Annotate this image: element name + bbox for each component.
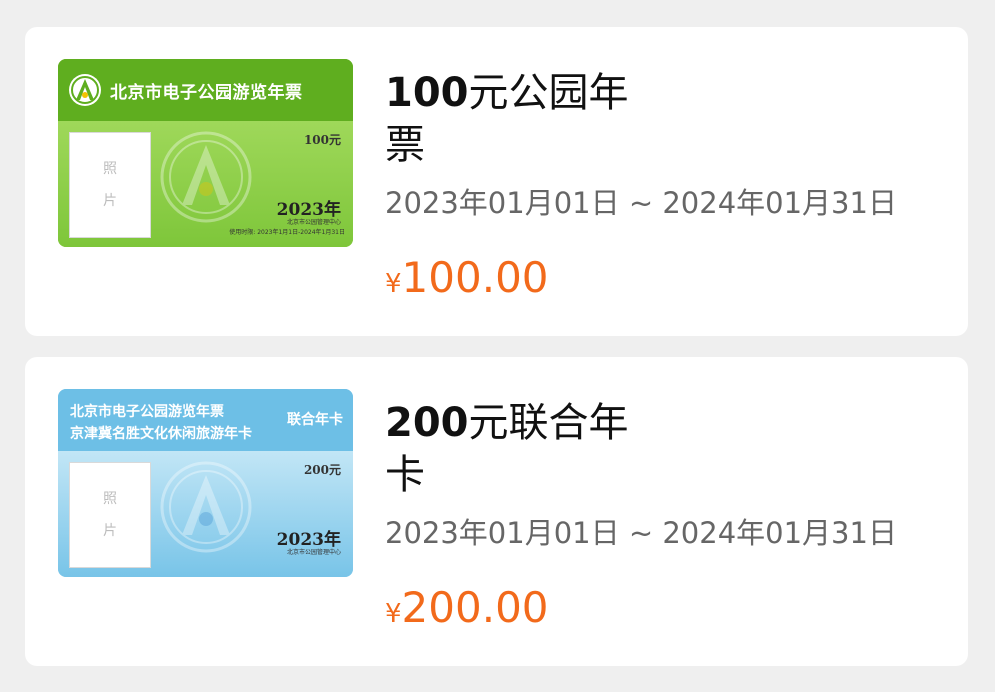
- ticket-image: 北京市电子公园游览年票 京津冀名胜文化休闲旅游年卡 联合年卡 照 片 200元 …: [58, 389, 353, 577]
- currency-symbol: ¥: [385, 269, 402, 299]
- photo-char: 片: [103, 193, 117, 209]
- ticket-amount: 100元: [303, 133, 341, 147]
- price: ¥100.00: [385, 253, 549, 302]
- ticket-header: 北京市电子公园游览年票 京津冀名胜文化休闲旅游年卡 联合年卡: [58, 389, 353, 451]
- ticket-title: 北京市电子公园游览年票: [110, 83, 303, 103]
- ticket-body: 照 片 100元 2023年 北京市公园管理中心 使用时限: 2023年1月1日…: [58, 121, 353, 247]
- photo-char: 照: [103, 161, 117, 177]
- validity-dates: 2023年01月01日 ~ 2024年01月31日: [385, 186, 897, 220]
- ticket-header: 北京市电子公园游览年票: [58, 59, 353, 121]
- product-name-number: 100: [385, 70, 469, 116]
- ticket-title-line2: 京津冀名胜文化休闲旅游年卡: [70, 426, 252, 442]
- validity-dates: 2023年01月01日 ~ 2024年01月31日: [385, 516, 897, 550]
- product-card-joint-annual-card[interactable]: 北京市电子公园游览年票 京津冀名胜文化休闲旅游年卡 联合年卡 照 片 200元 …: [25, 357, 968, 666]
- ticket-validity: 使用时限: 2023年1月1日-2024年1月31日: [229, 229, 345, 236]
- currency-symbol: ¥: [385, 599, 402, 629]
- photo-placeholder: 照 片: [69, 462, 151, 568]
- price-amount: 100.00: [401, 253, 549, 302]
- park-emblem-icon: [69, 74, 101, 106]
- watermark-emblem-icon: [160, 131, 252, 223]
- watermark-emblem-icon: [160, 461, 252, 553]
- price-amount: 200.00: [401, 583, 549, 632]
- ticket-title-line1: 北京市电子公园游览年票: [70, 404, 224, 420]
- ticket-amount: 200元: [303, 463, 341, 477]
- ticket-tag: 联合年卡: [287, 412, 343, 428]
- product-name: 200元联合年卡: [385, 397, 645, 501]
- ticket-org: 北京市公园管理中心: [286, 549, 341, 556]
- product-name: 100元公园年票: [385, 67, 645, 171]
- photo-char: 片: [103, 523, 117, 539]
- photo-char: 照: [103, 491, 117, 507]
- ticket-image: 北京市电子公园游览年票 照 片 100元 2023年 北京市公园管理中心 使用时…: [58, 59, 353, 247]
- ticket-body: 照 片 200元 2023年 北京市公园管理中心: [58, 451, 353, 577]
- photo-placeholder: 照 片: [69, 132, 151, 238]
- ticket-title: 北京市电子公园游览年票 京津冀名胜文化休闲旅游年卡: [70, 401, 252, 445]
- ticket-org: 北京市公园管理中心: [286, 219, 341, 226]
- product-name-number: 200: [385, 400, 469, 446]
- product-card-park-annual-ticket[interactable]: 北京市电子公园游览年票 照 片 100元 2023年 北京市公园管理中心 使用时…: [25, 27, 968, 336]
- price: ¥200.00: [385, 583, 549, 632]
